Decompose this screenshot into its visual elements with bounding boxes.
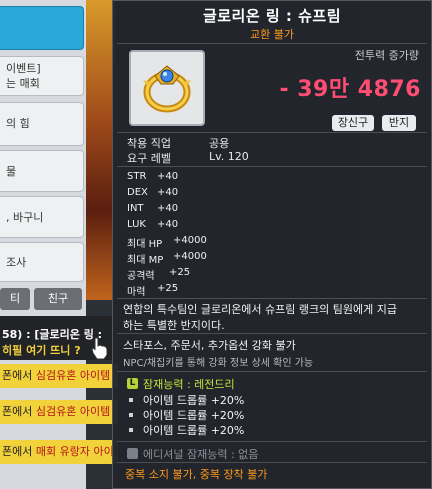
stat-str: STR +40 — [127, 171, 179, 182]
divider — [117, 132, 427, 133]
item-tooltip: 글로리온 링 : 슈프림 교환 불가 전투력 증가량 - 39만 4876 장신… — [112, 0, 432, 489]
stat-luk: LUK +40 — [127, 219, 179, 230]
chat-message: 히필 여기 뜨니 ? — [2, 344, 81, 357]
enhance-note: 스타포스, 주문서, 추가옵션 강화 불가 — [123, 339, 296, 352]
glorion-ring-icon — [143, 65, 191, 113]
sidebar-button-1[interactable]: 티 — [0, 288, 30, 310]
bullet-icon — [129, 428, 133, 432]
divider — [117, 166, 427, 167]
sidebar-item-power[interactable]: 의 힘 — [0, 102, 84, 146]
sidebar-item-basket[interactable]: , 바구니 — [0, 196, 84, 238]
sidebar-item-survey[interactable]: 조사 — [0, 242, 84, 282]
chat-line[interactable]: 폰에서 심검유혼 아이템 — [0, 364, 118, 388]
sidebar-item-event[interactable]: 이벤트] 는 매회 — [0, 56, 84, 96]
req-job: 착용 직업 공용 — [127, 137, 230, 150]
sidebar-item-label: 물 — [6, 165, 17, 178]
sidebar-item-label: , 바구니 — [6, 211, 44, 224]
divider — [117, 462, 427, 463]
req-level: 요구 레벨 Lv. 120 — [127, 150, 249, 165]
item-name: 글로리온 링 : 슈프림 — [202, 7, 342, 25]
stat-dex: DEX +40 — [127, 187, 179, 198]
sidebar-item-label: 이벤트] 는 매회 — [6, 62, 41, 90]
item-icon-frame — [129, 50, 205, 126]
chat-line[interactable]: 폰에서 매회 유랑자 아이템 — [0, 440, 118, 464]
chat-line[interactable]: 폰에서 심검유혼 아이템 — [0, 400, 118, 424]
potential-header: 잠재능력 : 레전드리 — [143, 378, 235, 391]
divider — [117, 298, 427, 299]
divider — [117, 441, 427, 442]
stat-attack: 공격력 +25 — [127, 267, 191, 282]
additional-badge-icon — [127, 448, 138, 459]
hand-cursor-icon — [91, 337, 108, 360]
additional-potential: 에디셔널 잠재능력 : 없음 — [143, 448, 259, 461]
category-chip-accessory: 장신구 — [332, 115, 374, 131]
sidebar-item-label: 조사 — [6, 256, 27, 269]
stat-max-mp: 최대 MP +4000 — [127, 251, 207, 266]
stat-max-hp: 최대 HP +4000 — [127, 235, 207, 250]
sidebar-item-1[interactable] — [0, 6, 84, 50]
category-chip-ring: 반지 — [382, 115, 416, 131]
stat-magic: 마력 +25 — [127, 283, 179, 298]
combat-power-value: - 39만 4876 — [279, 77, 421, 102]
item-description: 하는 특별한 반지이다. — [123, 319, 225, 332]
item-description: 연합의 특수팀인 글로리온에서 슈프림 랭크의 팀원에게 지급 — [123, 303, 397, 316]
sidebar-item-label: 의 힘 — [6, 117, 30, 130]
stat-int: INT +40 — [127, 203, 179, 214]
npc-note: NPC/채집키를 통해 강화 정보 상세 확인 가능 — [123, 358, 314, 369]
bullet-icon — [129, 398, 133, 402]
bullet-icon — [129, 413, 133, 417]
combat-power-label: 전투력 증가량 — [354, 49, 419, 62]
divider — [117, 333, 427, 334]
potential-line: 아이템 드롭률 +20% — [143, 424, 245, 437]
trade-status: 교환 불가 — [250, 28, 294, 41]
friend-button[interactable]: 친구 — [34, 288, 82, 310]
potential-line: 아이템 드롭률 +20% — [143, 394, 245, 407]
sidebar-item-goods[interactable]: 물 — [0, 150, 84, 192]
divider — [117, 371, 427, 372]
legendary-badge-icon: L — [127, 378, 138, 389]
potential-line: 아이템 드롭률 +20% — [143, 409, 245, 422]
ownership-warning: 중복 소지 불가, 중복 장착 불가 — [125, 468, 268, 481]
divider — [117, 43, 427, 44]
